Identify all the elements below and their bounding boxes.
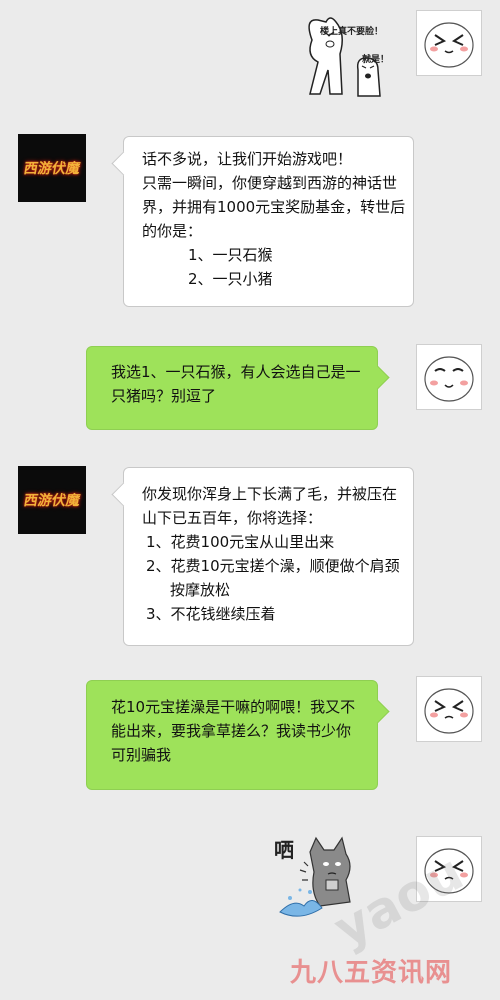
message-text: 话不多说，让我们开始游戏吧！ [142, 150, 353, 168]
game-logo: 西游伏魔 [22, 161, 82, 177]
meme-sticker-1[interactable]: 楼上真不要脸！ 就是！ [300, 10, 398, 102]
game-avatar[interactable]: 西游伏魔 [18, 134, 86, 202]
smiley-face-icon [424, 22, 474, 68]
message-text: 可别骗我 [111, 746, 172, 764]
sticker-caption: 楼上真不要脸！ [320, 27, 384, 37]
game-logo: 西游伏魔 [22, 493, 82, 509]
option-text: 1、花费100元宝从山里出来 [146, 533, 335, 551]
message-text: 界，并拥有1000元宝奖励基金，转世后 [142, 198, 406, 216]
message-text: 我选1、一只石猴，有人会选自己是一 [111, 363, 361, 381]
message-bubble-sent: 花10元宝搓澡是干嘛的啊喂！我又不 能出来，要我拿草搓么？我读书少你 可别骗我 [86, 680, 390, 790]
message-bubble-received: 话不多说，让我们开始游戏吧！ 只需一瞬间，你便穿越到西游的神话世 界，并拥有10… [111, 136, 414, 307]
message-text: 山下已五百年，你将选择： [142, 509, 323, 527]
message-text: 的你是： [142, 222, 203, 240]
message-bubble-received: 你发现你浑身上下长满了毛，并被压在 山下已五百年，你将选择： 1、花费100元宝… [111, 467, 414, 646]
option-text: 2、花费10元宝搓个澡，顺便做个肩颈 [146, 557, 400, 575]
message-text: 只需一瞬间，你便穿越到西游的神话世 [142, 174, 398, 192]
smiley-face-icon [424, 688, 474, 734]
message-text: 能出来，要我拿草搓么？我读书少你 [111, 722, 352, 740]
message-text: 你发现你浑身上下长满了毛，并被压在 [142, 485, 398, 503]
user-avatar[interactable] [416, 10, 482, 76]
message-text: 只猪吗？别逗了 [111, 387, 217, 405]
site-watermark-name: 九八五资讯网 [290, 958, 453, 988]
user-avatar[interactable] [416, 676, 482, 742]
smiley-face-icon [424, 356, 474, 402]
sticker-caption: 哂 [274, 838, 294, 862]
message-text: 花10元宝搓澡是干嘛的啊喂！我又不 [111, 698, 356, 716]
sticker-caption: 就是！ [362, 55, 390, 65]
user-avatar[interactable] [416, 344, 482, 410]
option-text: 1、一只石猴 [188, 246, 273, 264]
message-bubble-sent: 我选1、一只石猴，有人会选自己是一 只猪吗？别逗了 [86, 346, 390, 430]
bubble-tail [111, 151, 136, 176]
option-text: 2、一只小猪 [188, 270, 273, 288]
game-avatar[interactable]: 西游伏魔 [18, 466, 86, 534]
option-text: 按摩放松 [170, 581, 231, 599]
option-text: 3、不花钱继续压着 [146, 605, 276, 623]
bubble-tail [111, 482, 136, 507]
